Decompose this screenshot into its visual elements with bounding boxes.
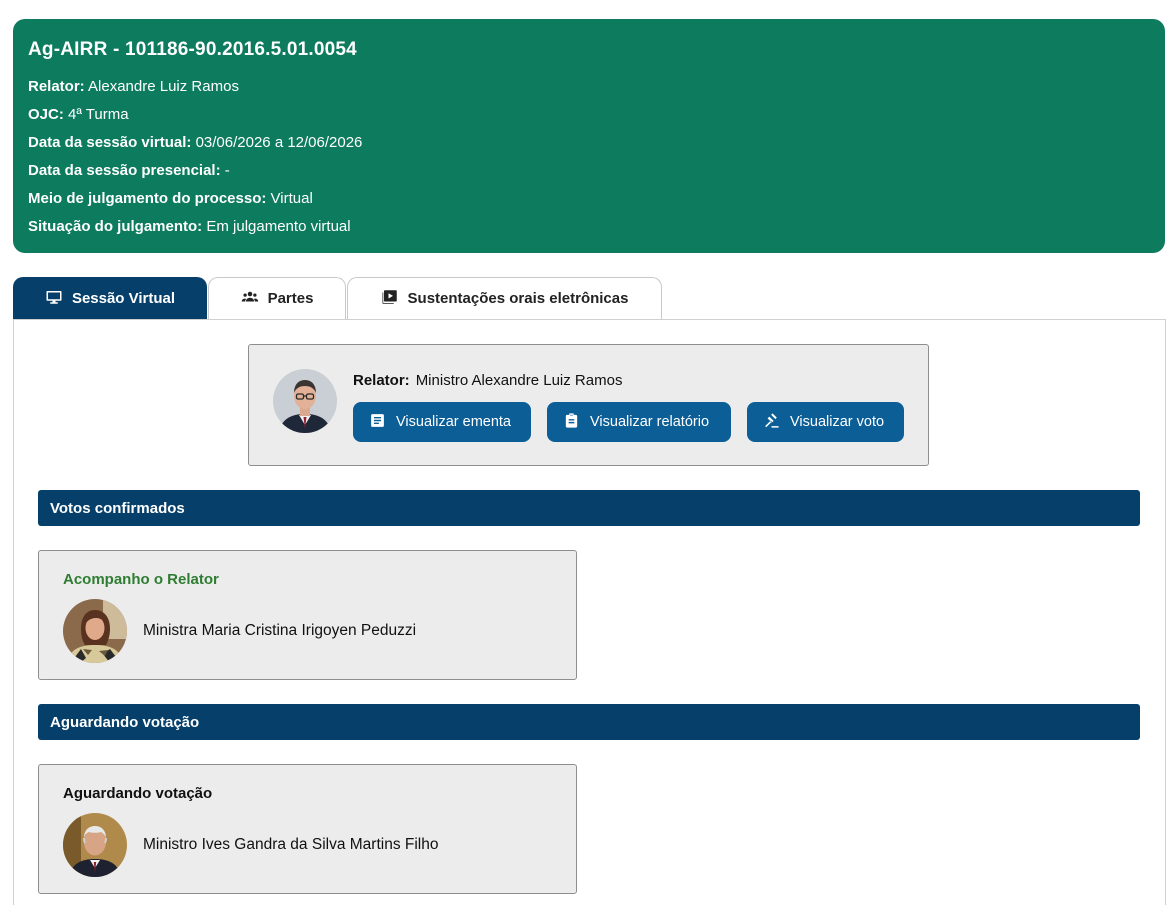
button-label: Visualizar ementa [396,414,511,430]
relator-avatar [273,369,337,433]
monitor-icon [45,288,63,310]
button-label: Visualizar relatório [590,414,710,430]
tab-sessao-virtual[interactable]: Sessão Virtual [13,277,207,319]
minister-name: Ministro Ives Gandra da Silva Martins Fi… [143,836,439,853]
button-label: Visualizar voto [790,414,885,430]
video-play-icon [381,288,399,310]
section-header-awaiting-vote: Aguardando votação [38,704,1140,740]
people-icon [241,288,259,310]
process-header: Ag-AIRR - 101186-90.2016.5.01.0054 Relat… [13,19,1165,253]
relator-name: Ministro Alexandre Luiz Ramos [415,372,623,389]
relator-card: Relator: Ministro Alexandre Luiz Ramos Vi… [248,344,929,466]
vote-card: Aguardando votação Ministro Ives Gandra … [38,764,577,894]
header-row-presential-session-date: Data da sessão presencial: - [28,162,230,179]
tab-partes[interactable]: Partes [208,277,346,319]
document-icon [369,412,386,433]
process-title: Ag-AIRR - 101186-90.2016.5.01.0054 [28,39,357,60]
minister-avatar [63,599,127,663]
relator-info: Relator: Ministro Alexandre Luiz Ramos [353,372,623,389]
header-row-virtual-session-date: Data da sessão virtual: 03/06/2026 a 12/… [28,134,363,151]
minister-name: Ministra Maria Cristina Irigoyen Peduzzi [143,622,417,639]
vote-status: Acompanho o Relator [63,571,219,588]
header-row-ojc: OJC: 4ª Turma [28,106,129,123]
tab-label: Sessão Virtual [71,290,176,307]
gavel-icon [763,412,780,433]
header-row-judgment-status: Situação do julgamento: Em julgamento vi… [28,218,351,235]
vote-card: Acompanho o Relator Ministra Maria Crist… [38,550,577,680]
section-header-confirmed-votes: Votos confirmados [38,490,1140,526]
header-row-relator: Relator: Alexandre Luiz Ramos [28,78,239,95]
view-voto-button[interactable]: Visualizar voto [747,402,904,442]
view-ementa-button[interactable]: Visualizar ementa [353,402,531,442]
clipboard-icon [563,412,580,433]
tab-label: Sustentações orais eletrônicas [407,290,629,307]
minister-avatar [63,813,127,877]
vote-status: Aguardando votação [63,785,213,802]
tab-sustentacoes-orais[interactable]: Sustentações orais eletrônicas [347,277,662,319]
tab-label: Partes [267,290,314,307]
tab-bar: Sessão Virtual Partes Sustentações orais… [13,277,663,319]
view-relatorio-button[interactable]: Visualizar relatório [547,402,731,442]
header-row-judgment-means: Meio de julgamento do processo: Virtual [28,190,313,207]
